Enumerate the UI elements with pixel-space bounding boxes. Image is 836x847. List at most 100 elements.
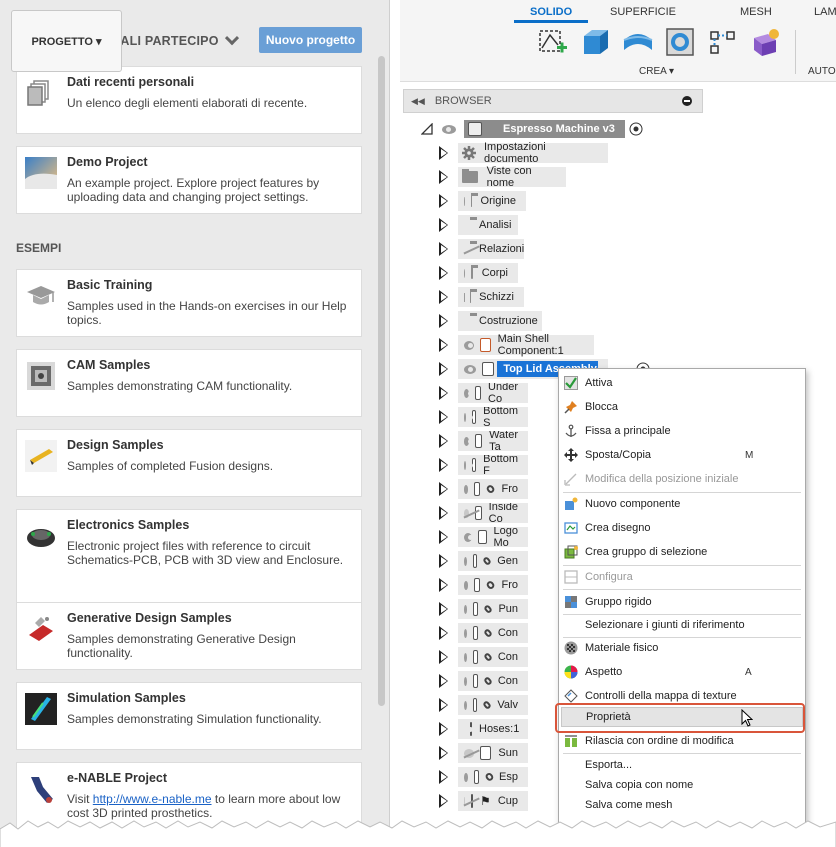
example-card-cam[interactable]: CAM Samples Samples demonstrating CAM fu… [16, 349, 362, 417]
tree-item[interactable]: Main Shell Component:1 [458, 333, 594, 357]
menu-item-crea-disegno[interactable]: Crea disegno [559, 518, 805, 538]
visibility-eye-icon[interactable] [464, 196, 471, 206]
visibility-eye-icon[interactable] [464, 268, 475, 278]
visibility-eye-icon[interactable] [464, 700, 473, 710]
eye-off-icon[interactable] [464, 508, 470, 518]
tab-mesh[interactable]: MESH [740, 6, 772, 18]
menu-item-nuovo-componente[interactable]: Nuovo componente [559, 494, 805, 514]
visibility-eye-icon[interactable] [464, 460, 475, 470]
expand-triangle-icon[interactable] [439, 554, 448, 568]
menu-item-selezionare-giunti[interactable]: Selezionare i giunti di riferimento [559, 615, 805, 635]
tree-item[interactable]: Costruzione [458, 311, 542, 331]
revolve-icon[interactable] [622, 26, 654, 58]
expand-triangle-icon[interactable] [439, 698, 448, 712]
expand-triangle-icon[interactable] [439, 434, 448, 448]
expand-triangle-icon[interactable] [439, 746, 448, 760]
tree-item[interactable]: Analisi [458, 215, 518, 235]
eye-off-icon[interactable] [464, 796, 465, 806]
tab-solido[interactable]: SOLIDO [530, 6, 572, 18]
tree-item[interactable]: Bottom S [458, 407, 528, 427]
visibility-eye-icon[interactable] [464, 484, 475, 494]
chevron-down-icon[interactable] [224, 31, 239, 46]
tree-item[interactable]: Gen [458, 551, 528, 571]
enable-link[interactable]: http://www.e-nable.me [93, 792, 212, 806]
activate-radio-icon[interactable] [629, 122, 643, 136]
collapse-arrows-icon[interactable]: ◀◀ [411, 96, 425, 107]
visibility-eye-icon[interactable] [464, 652, 474, 662]
menu-item-blocca[interactable]: Blocca [559, 397, 805, 417]
visibility-eye-icon[interactable] [464, 556, 473, 566]
expand-triangle-icon[interactable] [439, 458, 448, 472]
tab-superficie[interactable]: SUPERFICIE [610, 6, 676, 18]
tree-item[interactable]: Impostazioni documento [458, 141, 608, 165]
shell-icon[interactable] [664, 26, 696, 58]
tree-item[interactable]: Relazioni [458, 239, 524, 259]
expand-triangle-icon[interactable] [439, 506, 448, 520]
tree-item[interactable]: Con [458, 623, 528, 643]
browser-root-row[interactable]: Espresso Machine v3 [421, 119, 643, 139]
project-card-demo[interactable]: Demo Project An example project. Explore… [16, 146, 362, 214]
menu-item-rilascia[interactable]: Rilascia con ordine di modifica [559, 731, 805, 751]
visibility-eye-icon[interactable] [464, 388, 473, 398]
expand-triangle-icon[interactable] [439, 194, 448, 208]
menu-item-materiale[interactable]: Materiale fisico [559, 638, 805, 658]
tree-item[interactable]: Logo Mo [458, 527, 528, 547]
tree-item[interactable]: Valv [458, 695, 528, 715]
left-scrollbar[interactable] [378, 56, 385, 706]
expand-triangle-icon[interactable] [439, 362, 448, 376]
menu-item-aspetto[interactable]: Aspetto A [559, 662, 805, 682]
expand-triangle-icon[interactable] [439, 530, 448, 544]
menu-item-attiva[interactable]: Attiva [559, 373, 805, 393]
expand-triangle-icon[interactable] [439, 794, 448, 808]
minimize-icon[interactable] [682, 96, 692, 106]
menu-item-salva-mesh[interactable]: Salva come mesh [559, 795, 805, 815]
project-button[interactable]: PROGETTO ▾ [11, 10, 122, 72]
auto-dropdown[interactable]: AUTO [808, 66, 836, 77]
visibility-eye-icon[interactable] [464, 628, 474, 638]
menu-item-esporta[interactable]: Esporta... [559, 755, 805, 775]
pattern-icon[interactable] [707, 26, 739, 58]
menu-item-gruppo-rigido[interactable]: Gruppo rigido [559, 592, 805, 612]
visibility-eye-icon[interactable] [464, 436, 474, 446]
example-card-basic-training[interactable]: Basic Training Samples used in the Hands… [16, 269, 362, 337]
tree-item[interactable]: Pun [458, 599, 528, 619]
visibility-eye-icon[interactable] [464, 532, 473, 542]
browser-header[interactable]: ◀◀ BROWSER [403, 89, 703, 113]
visibility-eye-icon[interactable] [464, 604, 474, 614]
expand-triangle-icon[interactable] [439, 722, 448, 736]
tab-lam[interactable]: LAM [814, 6, 836, 18]
expand-triangle-icon[interactable] [439, 650, 448, 664]
tree-item[interactable]: Corpi [458, 263, 518, 283]
expand-triangle-icon[interactable] [439, 218, 448, 232]
root-node[interactable]: Espresso Machine v3 [464, 120, 625, 138]
crea-dropdown[interactable]: CREA ▾ [639, 66, 674, 77]
tree-item[interactable]: Hoses:1 [458, 719, 528, 739]
expand-triangle-icon[interactable] [439, 770, 448, 784]
tree-item[interactable]: Sun [458, 743, 528, 763]
expand-triangle-icon[interactable] [439, 146, 448, 160]
tree-item[interactable]: Schizzi [458, 287, 524, 307]
tree-item[interactable]: Con [458, 671, 528, 691]
tree-item[interactable]: Fro [458, 479, 528, 499]
extrude-icon[interactable] [580, 26, 612, 58]
eye-off-icon[interactable] [464, 748, 475, 758]
new-project-button[interactable]: Nuovo progetto [259, 27, 362, 53]
expand-triangle-icon[interactable] [439, 386, 448, 400]
menu-item-salva-copia[interactable]: Salva copia con nome [559, 775, 805, 795]
expand-triangle-icon[interactable] [439, 170, 448, 184]
example-card-design[interactable]: Design Samples Samples of completed Fusi… [16, 429, 362, 497]
tree-item[interactable]: Fro [458, 575, 528, 595]
menu-item-sposta[interactable]: Sposta/Copia M [559, 445, 805, 465]
example-card-generative[interactable]: Generative Design Samples Samples demons… [16, 602, 362, 670]
tree-item[interactable]: Inside Co [458, 503, 528, 523]
visibility-eye-icon[interactable] [464, 340, 475, 350]
expand-triangle-icon[interactable] [439, 674, 448, 688]
expand-triangle-icon[interactable] [439, 314, 448, 328]
example-card-electronics[interactable]: Electronics Samples Electronic project f… [16, 509, 362, 605]
tree-item[interactable]: Viste con nome [458, 165, 566, 189]
gear-icon[interactable] [462, 146, 476, 160]
visibility-eye-icon[interactable] [464, 580, 475, 590]
tree-item[interactable]: ⚑ Cup [458, 791, 528, 811]
expand-triangle-icon[interactable] [439, 482, 448, 496]
expand-triangle-icon[interactable] [439, 410, 448, 424]
